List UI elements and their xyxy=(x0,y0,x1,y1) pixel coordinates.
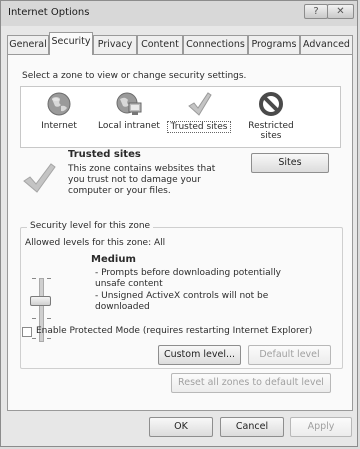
ok-button[interactable]: OK xyxy=(149,417,213,437)
custom-level-button[interactable]: Custom level... xyxy=(158,345,241,365)
tab-content[interactable]: Content xyxy=(137,35,183,54)
level-bullet-1: - Prompts before downloading potentially… xyxy=(95,268,281,289)
level-bullet-2: - Unsigned ActiveX controls will not be … xyxy=(95,291,269,312)
reset-all-zones-button[interactable]: Reset all zones to default level xyxy=(171,373,331,393)
slider-tick xyxy=(47,338,51,339)
help-button[interactable]: ? xyxy=(304,4,328,19)
tab-advanced[interactable]: Advanced xyxy=(300,35,353,54)
close-button[interactable]: ✕ xyxy=(327,4,354,19)
security-level-name: Medium xyxy=(91,254,136,265)
zone-label: Local intranet xyxy=(98,121,160,131)
tab-general[interactable]: General xyxy=(7,35,49,54)
zone-list: Internet Local intranet Trusted sites Re… xyxy=(20,86,341,148)
slider-tick xyxy=(32,318,36,319)
tab-programs[interactable]: Programs xyxy=(248,35,300,54)
question-icon: ? xyxy=(313,6,319,17)
internet-options-window: Internet Options ? ✕ General Security Pr… xyxy=(0,0,358,447)
title-bar: Internet Options ? ✕ xyxy=(1,1,357,26)
custom-level-button-label: Custom level... xyxy=(163,349,236,360)
selected-zone-description: This zone contains websites that you tru… xyxy=(68,164,216,196)
slider-tick xyxy=(47,278,51,279)
reset-all-zones-button-label: Reset all zones to default level xyxy=(178,377,324,388)
trusted-sites-large-icon xyxy=(23,163,56,193)
apply-button[interactable]: Apply xyxy=(290,417,352,437)
tab-privacy[interactable]: Privacy xyxy=(93,35,137,54)
security-slider-thumb[interactable] xyxy=(30,296,51,306)
zone-label: Internet xyxy=(41,121,77,131)
zone-restricted-sites[interactable]: Restricted sites xyxy=(239,91,303,141)
allowed-levels-text: Allowed levels for this zone: All xyxy=(25,238,166,248)
zone-label: Trusted sites xyxy=(167,121,231,133)
slider-tick xyxy=(47,318,51,319)
window-title: Internet Options xyxy=(8,7,90,18)
select-zone-instructions: Select a zone to view or change security… xyxy=(22,71,247,81)
security-panel: Select a zone to view or change security… xyxy=(7,54,353,411)
intranet-icon xyxy=(116,92,142,115)
sites-button-label: Sites xyxy=(278,157,302,168)
sites-button[interactable]: Sites xyxy=(251,153,329,173)
security-level-legend: Security level for this zone xyxy=(27,221,154,231)
default-level-button[interactable]: Default level xyxy=(248,345,331,365)
zone-trusted-sites[interactable]: Trusted sites xyxy=(167,91,231,133)
cancel-button-label: Cancel xyxy=(235,421,269,432)
checkmark-icon xyxy=(188,92,212,116)
zone-internet[interactable]: Internet xyxy=(27,91,91,131)
close-icon: ✕ xyxy=(336,6,345,17)
protected-mode-label: Enable Protected Mode (requires restarti… xyxy=(36,326,313,336)
zone-label: Restricted sites xyxy=(248,121,294,141)
tab-security[interactable]: Security xyxy=(49,32,93,55)
default-level-button-label: Default level xyxy=(259,349,320,360)
cancel-button[interactable]: Cancel xyxy=(220,417,284,437)
apply-button-label: Apply xyxy=(307,421,335,432)
ok-button-label: OK xyxy=(174,421,188,432)
tab-connections[interactable]: Connections xyxy=(183,35,248,54)
selected-zone-title: Trusted sites xyxy=(68,149,141,160)
slider-tick xyxy=(32,278,36,279)
slider-tick xyxy=(32,338,36,339)
zone-local-intranet[interactable]: Local intranet xyxy=(97,91,161,131)
restricted-icon xyxy=(259,92,283,116)
protected-mode-checkbox[interactable] xyxy=(22,327,32,337)
globe-icon xyxy=(47,92,71,116)
